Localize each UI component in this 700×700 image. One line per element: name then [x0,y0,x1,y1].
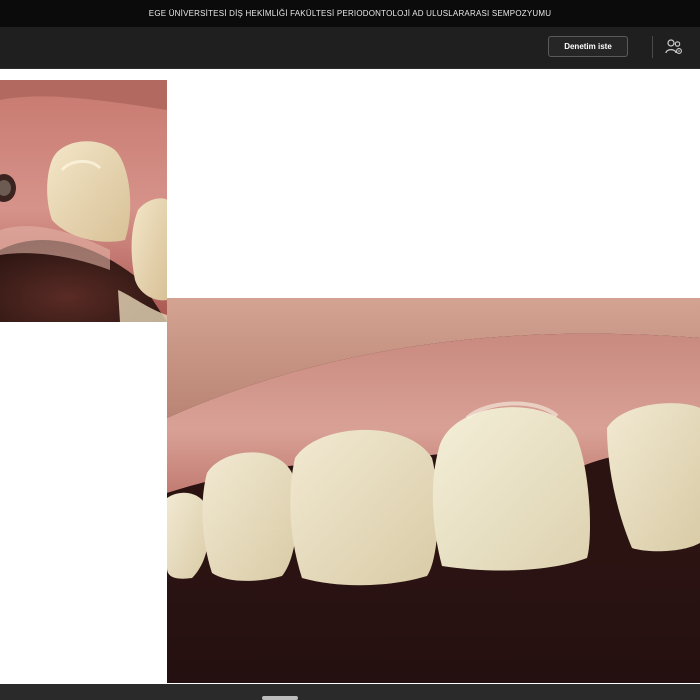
scroll-indicator[interactable] [262,696,298,700]
window-title: EGE ÜNİVERSİTESİ DİŞ HEKİMLİĞİ FAKÜLTESİ… [148,9,552,18]
clinical-photo-crown-result [167,298,700,683]
people-settings-icon[interactable] [665,38,683,56]
toolbar-divider [652,36,653,58]
meeting-toolbar: Denetim iste [0,27,700,69]
shared-screen-slide [0,69,700,684]
bottom-status-bar [0,684,700,700]
clinical-photo-implant-site [0,80,167,322]
window-title-bar: EGE ÜNİVERSİTESİ DİŞ HEKİMLİĞİ FAKÜLTESİ… [0,0,700,27]
request-control-button[interactable]: Denetim iste [548,36,628,57]
